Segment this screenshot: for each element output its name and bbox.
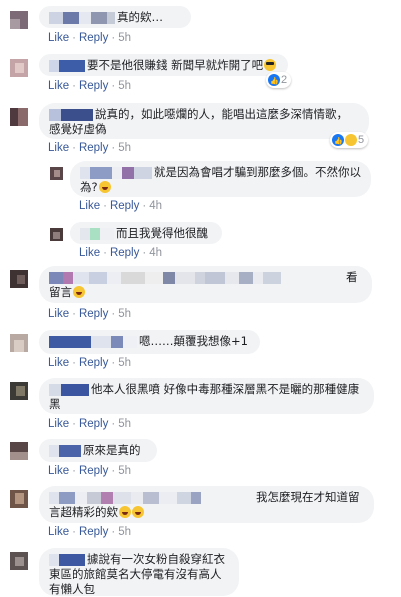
- timestamp[interactable]: 4h: [149, 247, 162, 259]
- reaction-count[interactable]: 2: [266, 72, 292, 90]
- like-button[interactable]: Like: [48, 32, 69, 44]
- timestamp[interactable]: 5h: [118, 526, 131, 538]
- comment-bubble: 嗯……顛覆我想像+1: [39, 330, 260, 354]
- laughing-emoji: [132, 506, 144, 518]
- comment-text: 原來是真的: [83, 443, 141, 457]
- commenter-name[interactable]: [49, 445, 81, 457]
- timestamp[interactable]: 4h: [149, 200, 162, 212]
- comment-text: 真的欸…: [117, 10, 163, 24]
- timestamp[interactable]: 5h: [118, 465, 131, 477]
- comment-bubble: 原來是真的: [39, 439, 157, 462]
- like-button[interactable]: Like: [48, 357, 69, 369]
- like-button[interactable]: Like: [48, 465, 69, 477]
- like-icon: [332, 134, 344, 150]
- reply-button[interactable]: Reply: [79, 308, 108, 320]
- comment-actions: Like · Reply · 5h: [48, 418, 131, 430]
- comment-text: 而且我覺得他很醜: [116, 226, 208, 240]
- like-button[interactable]: Like: [48, 308, 69, 320]
- comment-actions: Like · Reply · 5h: [48, 308, 131, 320]
- like-button[interactable]: Like: [48, 418, 69, 430]
- commenter-name[interactable]: [49, 272, 344, 284]
- reply-bubble: 就是因為會唱才騙到那麼多個。不然你以為?: [70, 161, 371, 197]
- reaction-count[interactable]: 5: [330, 132, 369, 150]
- comment-bubble: 看留言: [39, 266, 372, 303]
- like-button[interactable]: Like: [48, 142, 69, 154]
- reply-button[interactable]: Reply: [79, 418, 108, 430]
- avatar[interactable]: [10, 490, 28, 508]
- comment-bubble: 要不是他很賺錢 新聞早就炸開了吧: [39, 54, 288, 76]
- commenter-name[interactable]: [49, 554, 85, 566]
- reply-button[interactable]: Reply: [110, 200, 139, 212]
- like-button[interactable]: Like: [48, 80, 69, 92]
- comment-actions: Like · Reply · 4h: [79, 200, 162, 212]
- comment-text: 他本人很黑噴 好像中毒那種深層黑不是曬的那種健康黑: [49, 382, 360, 411]
- reply-button[interactable]: Reply: [79, 32, 108, 44]
- avatar[interactable]: [10, 11, 28, 29]
- timestamp[interactable]: 5h: [118, 308, 131, 320]
- avatar[interactable]: [10, 442, 28, 460]
- timestamp[interactable]: 5h: [118, 32, 131, 44]
- avatar[interactable]: [50, 228, 63, 241]
- comment-actions: Like · Reply · 5h: [48, 465, 131, 477]
- reply-bubble: 而且我覺得他很醜: [70, 222, 222, 244]
- comment-actions: Like · Reply · 5h: [48, 357, 131, 369]
- laughing-emoji: [98, 181, 111, 193]
- timestamp[interactable]: 5h: [118, 142, 131, 154]
- avatar[interactable]: [10, 382, 28, 400]
- commenter-name[interactable]: [49, 384, 89, 396]
- comment-text: 要不是他很賺錢 新聞早就炸開了吧: [87, 58, 264, 72]
- timestamp[interactable]: 5h: [118, 418, 131, 430]
- commenter-name[interactable]: [80, 228, 114, 240]
- comment-actions: Like · Reply · 5h: [48, 526, 131, 538]
- commenter-name[interactable]: [49, 109, 93, 121]
- reply-button[interactable]: Reply: [79, 465, 108, 477]
- reply-button[interactable]: Reply: [110, 247, 139, 259]
- like-button[interactable]: Like: [48, 526, 69, 538]
- reply-button[interactable]: Reply: [79, 526, 108, 538]
- avatar[interactable]: [10, 108, 28, 126]
- commenter-name[interactable]: [49, 492, 254, 504]
- laughing-emoji: [119, 506, 131, 518]
- avatar[interactable]: [10, 270, 28, 288]
- comment-actions: Like · Reply · 4h: [79, 247, 162, 259]
- reply-button[interactable]: Reply: [79, 142, 108, 154]
- reply-button[interactable]: Reply: [79, 357, 108, 369]
- commenter-name[interactable]: [80, 167, 152, 179]
- avatar[interactable]: [10, 59, 28, 77]
- avatar[interactable]: [10, 334, 28, 352]
- like-button[interactable]: Like: [79, 200, 100, 212]
- haha-icon: [345, 134, 357, 146]
- comment-actions: Like · Reply · 5h: [48, 32, 131, 44]
- laughing-emoji: [73, 286, 85, 298]
- like-icon: [268, 74, 280, 90]
- comment-bubble: 據說有一次女粉自殺穿紅衣東區的旅館莫名大停電有沒有高人有懶人包: [39, 548, 239, 596]
- commenter-name[interactable]: [49, 60, 85, 72]
- commenter-name[interactable]: [49, 336, 137, 348]
- comment-bubble: 他本人很黑噴 好像中毒那種深層黑不是曬的那種健康黑: [39, 378, 374, 414]
- avatar[interactable]: [10, 552, 28, 570]
- comment-actions: Like · Reply · 5h: [48, 80, 131, 92]
- reply-button[interactable]: Reply: [79, 80, 108, 92]
- comment-text: 嗯……顛覆我想像+1: [139, 334, 248, 348]
- like-button[interactable]: Like: [79, 247, 100, 259]
- comment-bubble: 真的欸…: [39, 6, 191, 28]
- commenter-name[interactable]: [49, 12, 115, 24]
- timestamp[interactable]: 5h: [118, 80, 131, 92]
- comment-bubble: 說真的，如此噁爛的人，能唱出這麼多深情情歌，感覺好虛偽: [39, 103, 369, 139]
- timestamp[interactable]: 5h: [118, 357, 131, 369]
- comment-bubble: 我怎麼現在才知道留言超精彩的欸: [39, 486, 374, 523]
- comment-actions: Like · Reply · 5h: [48, 142, 131, 154]
- sunglasses-emoji: [264, 59, 277, 71]
- avatar[interactable]: [50, 167, 63, 180]
- comment-text: 說真的，如此噁爛的人，能唱出這麼多深情情歌，感覺好虛偽: [49, 107, 348, 136]
